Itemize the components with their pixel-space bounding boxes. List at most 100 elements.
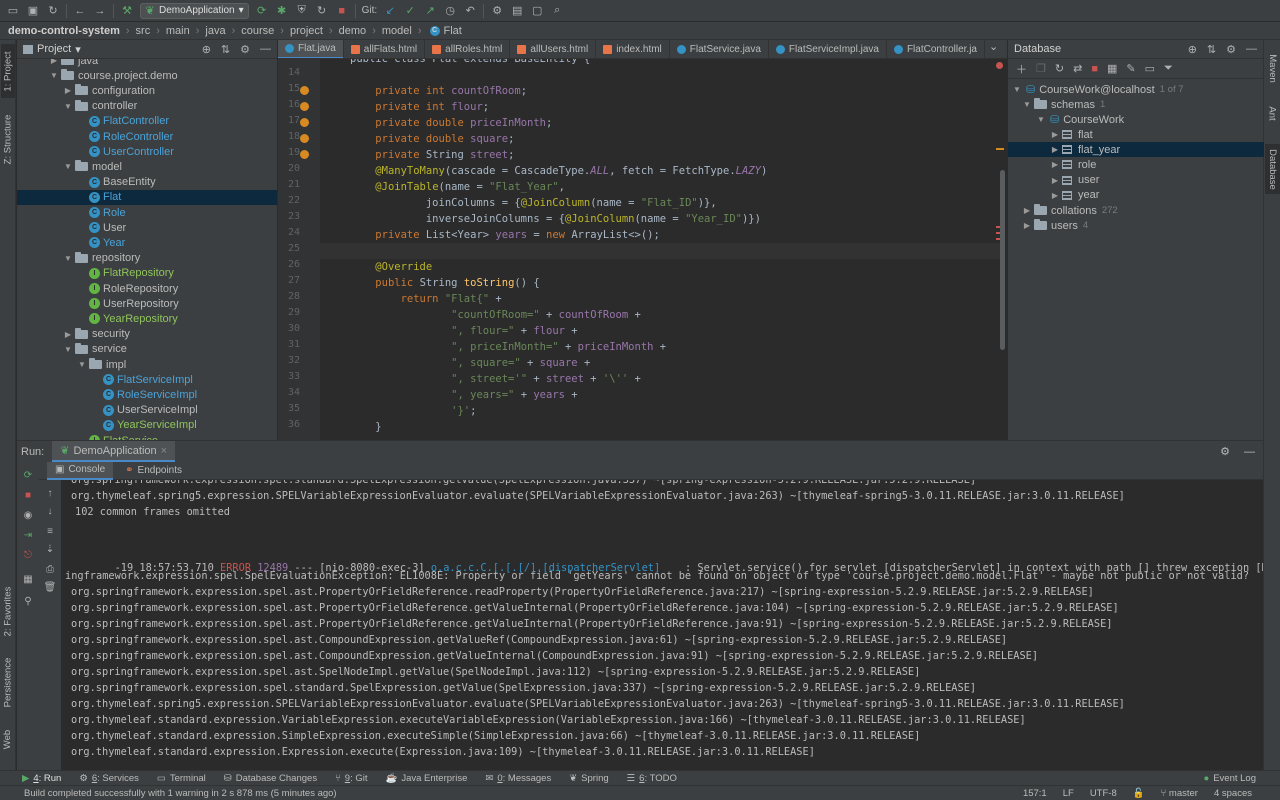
project-tree-item[interactable]: C Year (17, 235, 277, 250)
soft-wrap-icon[interactable]: ≡ (43, 524, 57, 538)
search-icon[interactable]: ⌕ (550, 4, 564, 18)
tab-project[interactable]: 1: Project (1, 44, 15, 98)
project-tree-item[interactable]: ▶ java (17, 59, 277, 68)
editor-tab[interactable]: Flat.java (278, 40, 344, 58)
tab-database[interactable]: Database (1265, 144, 1280, 194)
duplicate-icon[interactable]: ❐ (1036, 62, 1046, 75)
chevron-down-icon[interactable]: ▼ (1012, 85, 1022, 94)
breadcrumb-item[interactable]: demo (339, 25, 367, 37)
build-hammer-icon[interactable]: ⚒ (120, 4, 134, 18)
editor-tab[interactable]: FlatServiceImpl.java (769, 40, 887, 58)
indent-setting[interactable]: 4 spaces (1214, 788, 1252, 799)
project-tree-item[interactable]: ▶ security (17, 327, 277, 342)
code-area[interactable]: public class Flat extends BaseEntity { p… (320, 59, 1000, 440)
project-tree-item[interactable]: ▼ repository (17, 251, 277, 266)
tab-favorites[interactable]: 2: Favorites (1, 580, 15, 642)
project-structure-icon[interactable]: ▤ (510, 4, 524, 18)
forward-icon[interactable]: → (93, 4, 107, 18)
bottom-tool-services[interactable]: ⚙ 6: Services (79, 773, 139, 784)
gear-icon[interactable]: ⚙ (1220, 445, 1230, 458)
edit-icon[interactable]: ✎ (1126, 62, 1135, 75)
chevron-right-icon[interactable]: ▶ (49, 59, 59, 65)
locate-icon[interactable]: ⊕ (202, 43, 211, 56)
chevron-down-icon[interactable]: ▼ (63, 345, 73, 354)
git-branch[interactable]: ⑂ master (1161, 788, 1198, 799)
db-collations-row[interactable]: ▶ collations 272 (1008, 203, 1264, 218)
camera-icon[interactable]: ◉ (21, 508, 35, 522)
git-rollback-icon[interactable]: ↶ (463, 4, 477, 18)
up-arrow-icon[interactable]: ↑ (43, 486, 57, 500)
chevron-down-icon[interactable]: ▼ (1022, 100, 1032, 109)
breadcrumb-item[interactable]: main (166, 25, 190, 37)
project-tree-item[interactable]: C Flat (17, 189, 277, 205)
stop-icon[interactable]: ■ (1091, 63, 1098, 75)
project-tree-item[interactable]: I RoleRepository (17, 281, 277, 296)
status-message[interactable]: Build completed successfully with 1 warn… (24, 788, 337, 799)
chevron-down-icon[interactable]: ▼ (63, 102, 73, 111)
collapse-all-icon[interactable]: ⇅ (221, 43, 230, 56)
table-icon[interactable]: ▦ (1107, 62, 1117, 75)
db-table-row[interactable]: ▶ user (1008, 173, 1264, 188)
tab-web[interactable]: Web (1, 724, 15, 754)
project-tree-item[interactable]: C BaseEntity (17, 175, 277, 190)
layout-icon[interactable]: ▦ (21, 572, 35, 586)
coverage-icon[interactable]: ⛨ (295, 4, 309, 18)
editor-tab[interactable]: allUsers.html (510, 40, 597, 58)
project-tree-item[interactable]: I YearRepository (17, 311, 277, 326)
warning-stripe[interactable] (996, 148, 1004, 150)
breadcrumb-item[interactable]: project (290, 25, 323, 37)
breadcrumb-item[interactable]: C Flat (428, 25, 462, 37)
tab-maven[interactable]: Maven (1265, 48, 1280, 88)
profile-icon[interactable]: ↻ (315, 4, 329, 18)
tab-structure[interactable]: Z: Structure (1, 108, 15, 170)
breadcrumb-item[interactable]: model (382, 25, 412, 37)
chevron-right-icon[interactable]: ▶ (63, 86, 73, 95)
db-table-row[interactable]: ▶ role (1008, 157, 1264, 172)
git-commit-icon[interactable]: ✓ (403, 4, 417, 18)
collapse-all-icon[interactable]: ⇅ (1207, 43, 1216, 56)
project-tree-item[interactable]: ▼ service (17, 342, 277, 357)
debug-icon[interactable]: ✱ (275, 4, 289, 18)
db-users-row[interactable]: ▶ users 4 (1008, 218, 1264, 233)
db-schema-coursework-row[interactable]: ▼ ⛁ CourseWork (1008, 112, 1264, 127)
gear-icon[interactable]: ⚙ (1226, 43, 1236, 56)
exit-icon[interactable]: ⎋ (21, 548, 35, 562)
project-tree-item[interactable]: ▼ controller (17, 99, 277, 114)
breadcrumb-item[interactable]: src (136, 25, 151, 37)
field-marker-icon[interactable] (300, 118, 309, 127)
project-tree-item[interactable]: ▶ configuration (17, 83, 277, 98)
down-arrow-icon[interactable]: ↓ (43, 504, 57, 518)
sync-icon[interactable]: ↻ (46, 4, 60, 18)
terminal-icon[interactable]: ▢ (530, 4, 544, 18)
line-separator[interactable]: LF (1063, 788, 1074, 799)
chevron-down-icon[interactable]: ▼ (77, 360, 87, 369)
cursor-position[interactable]: 157:1 (1023, 788, 1047, 799)
locate-icon[interactable]: ⊕ (1188, 43, 1197, 56)
editor-tab[interactable]: FlatController.ja (887, 40, 985, 58)
refresh-icon[interactable]: ↻ (1055, 62, 1064, 75)
db-connection-row[interactable]: ▼ ⛁ CourseWork@localhost 1 of 7 (1008, 82, 1264, 97)
hide-icon[interactable]: — (260, 43, 271, 56)
git-update-icon[interactable]: ↙ (383, 4, 397, 18)
bottom-tool-terminal[interactable]: ▭ Terminal (157, 773, 206, 784)
bottom-tool-databasechanges[interactable]: ⛁ Database Changes (224, 773, 317, 784)
db-table-row[interactable]: ▶ flat (1008, 127, 1264, 142)
hide-icon[interactable]: — (1244, 446, 1255, 458)
project-tree-item[interactable]: C RoleServiceImpl (17, 387, 277, 402)
project-tree-item[interactable]: C FlatServiceImpl (17, 372, 277, 387)
stop-icon[interactable]: ■ (335, 4, 349, 18)
chevron-down-icon[interactable]: ▼ (49, 71, 59, 80)
bottom-tool-run[interactable]: ▶ 4: Run (22, 773, 61, 784)
editor-tab[interactable]: FlatService.java (670, 40, 769, 58)
tab-persistence[interactable]: Persistence (1, 650, 15, 714)
console-icon[interactable]: ▭ (1145, 62, 1155, 75)
chevron-down-icon[interactable]: ▾ (75, 43, 81, 56)
scroll-to-end-icon[interactable]: ⇣ (43, 542, 57, 556)
tab-endpoints[interactable]: ⚭ Endpoints (117, 462, 190, 480)
breadcrumb-item[interactable]: java (205, 25, 225, 37)
file-encoding[interactable]: UTF-8 (1090, 788, 1117, 799)
field-marker-icon[interactable] (300, 102, 309, 111)
chevron-down-icon[interactable]: ▼ (63, 162, 73, 171)
tab-console[interactable]: ▣ Console (47, 461, 114, 480)
schema-icon[interactable]: ⇄ (1073, 62, 1082, 75)
